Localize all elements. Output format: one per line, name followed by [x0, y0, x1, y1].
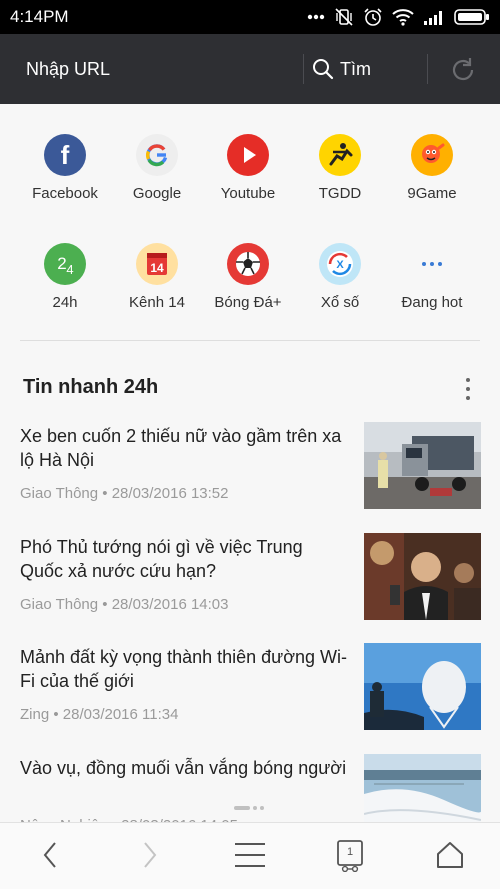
forward-icon: [144, 842, 157, 868]
bottom-navigation: 1: [0, 822, 500, 889]
shortcut-9game[interactable]: 9Game: [384, 134, 480, 202]
page-indicator-dot: [253, 806, 257, 810]
shortcut-bongda[interactable]: Bóng Đá+: [200, 243, 296, 311]
news-title: Phó Thủ tướng nói gì về việc Trung Quốc …: [20, 537, 303, 581]
status-bar: 4:14PM: [0, 0, 500, 34]
shortcut-label: Facebook: [32, 185, 98, 202]
kebab-dot: [466, 387, 470, 391]
alarm-icon: [364, 8, 382, 26]
shortcut-label: Bóng Đá+: [214, 294, 282, 311]
news-thumbnail: [364, 643, 481, 730]
svg-text:2: 2: [57, 254, 66, 273]
signal-icon: [424, 11, 442, 25]
page-indicator: [234, 806, 264, 810]
24h-icon: 24: [44, 243, 86, 285]
svg-text:f: f: [61, 140, 70, 170]
news-meta: Giao Thông • 28/03/2016 13:52: [20, 485, 229, 502]
shortcut-label: TGDD: [318, 185, 362, 202]
news-time: 28/03/2016 11:34: [62, 706, 179, 723]
search-button[interactable]: Tìm: [312, 52, 371, 86]
lottery-icon: X: [319, 243, 361, 285]
news-source: Zing: [20, 706, 50, 723]
tabs-button[interactable]: 1: [328, 835, 372, 875]
home-button[interactable]: [428, 835, 472, 875]
shortcut-label: 24h: [52, 294, 78, 311]
news-thumbnail: [364, 533, 481, 620]
forward-button[interactable]: [128, 835, 172, 875]
news-source: Giao Thông: [20, 485, 99, 502]
google-icon: [136, 134, 178, 176]
facebook-icon: f: [44, 134, 86, 176]
section-divider: [20, 340, 480, 341]
shortcut-facebook[interactable]: f Facebook: [17, 134, 113, 202]
shortcut-kenh14[interactable]: 14 Kênh 14: [109, 243, 205, 311]
browser-toolbar: Nhập URL Tìm: [0, 34, 500, 104]
wifi-icon: [392, 9, 414, 26]
url-input[interactable]: Nhập URL: [26, 59, 110, 80]
search-button-label: Tìm: [340, 58, 371, 79]
menu-icon: [235, 843, 265, 867]
quick-access-grid: f Facebook Google Youtube TGDD 9Game 2 4…: [0, 104, 500, 340]
section-title: Tin nhanh 24h: [23, 376, 159, 398]
status-time: 4:14PM: [10, 7, 69, 26]
kenh14-icon: 14: [136, 243, 178, 285]
section-menu-button[interactable]: [458, 378, 478, 400]
shortcut-youtube[interactable]: Youtube: [200, 134, 296, 202]
kebab-dot: [466, 378, 470, 382]
shortcut-tgdd[interactable]: TGDD: [292, 134, 388, 202]
news-time: 28/03/2016 13:52: [111, 485, 229, 502]
news-title: Mảnh đất kỳ vọng thành thiên đường Wi-Fi…: [20, 647, 348, 691]
back-button[interactable]: [28, 835, 72, 875]
status-icons: [307, 6, 490, 28]
news-meta: Giao Thông • 28/03/2016 14:03: [20, 596, 229, 613]
tabs-icon: 1: [335, 838, 365, 873]
page-indicator-dot: [260, 806, 264, 810]
shortcut-24h[interactable]: 24 24h: [17, 243, 113, 311]
news-thumbnail: [364, 422, 481, 509]
shortcut-label: Youtube: [220, 185, 276, 202]
news-item[interactable]: Phó Thủ tướng nói gì về việc Trung Quốc …: [0, 533, 500, 645]
news-source: Giao Thông: [20, 596, 99, 613]
shortcut-label: Kênh 14: [129, 294, 185, 311]
more-dots-icon: [411, 243, 453, 285]
refresh-icon: [452, 58, 474, 81]
news-time: 28/03/2016 14:03: [111, 596, 229, 613]
search-icon: [313, 59, 334, 80]
9game-icon: [411, 134, 453, 176]
news-item[interactable]: Xe ben cuốn 2 thiếu nữ vào gầm trên xa l…: [0, 422, 500, 534]
shortcut-label: Xổ số: [320, 294, 360, 311]
svg-text:14: 14: [150, 261, 164, 275]
home-icon: [437, 842, 463, 868]
tab-count: 1: [346, 846, 354, 858]
battery-icon: [454, 9, 489, 25]
soccer-ball-icon: [227, 243, 269, 285]
svg-text:X: X: [336, 259, 344, 271]
shortcut-dang-hot[interactable]: Đang hot: [384, 243, 480, 311]
menu-button[interactable]: [228, 835, 272, 875]
news-item[interactable]: Mảnh đất kỳ vọng thành thiên đường Wi-Fi…: [0, 643, 500, 755]
toolbar-divider: [427, 54, 428, 84]
news-title: Xe ben cuốn 2 thiếu nữ vào gầm trên xa l…: [20, 426, 342, 470]
vibrate-off-icon: [335, 8, 353, 26]
shortcut-label: Google: [132, 185, 182, 202]
youtube-icon: [227, 134, 269, 176]
shortcut-google[interactable]: Google: [109, 134, 205, 202]
more-dots-icon: [307, 14, 325, 20]
shortcut-label: Đang hot: [401, 294, 463, 311]
toolbar-divider: [303, 54, 304, 84]
page-indicator-active: [234, 806, 250, 810]
back-icon: [43, 842, 56, 868]
news-meta: Zing • 28/03/2016 11:34: [20, 706, 179, 723]
news-title: Vào vụ, đồng muối vẫn vắng bóng người: [20, 758, 347, 778]
shortcut-label: 9Game: [407, 185, 457, 202]
svg-text:4: 4: [66, 262, 73, 277]
tgdd-icon: [319, 134, 361, 176]
refresh-button[interactable]: [444, 51, 482, 89]
shortcut-xoso[interactable]: X Xổ số: [292, 243, 388, 311]
kebab-dot: [466, 396, 470, 400]
